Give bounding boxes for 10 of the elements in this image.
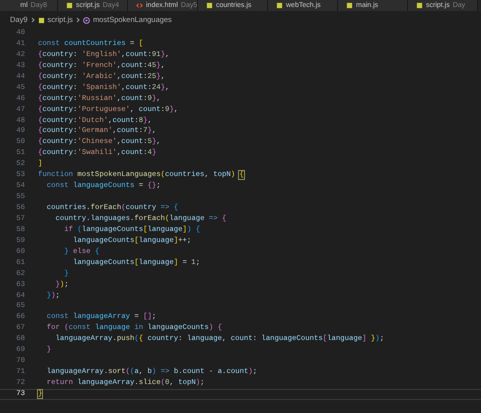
chevron-icon xyxy=(30,17,35,23)
js-file-icon xyxy=(416,2,423,9)
chevron-icon xyxy=(76,17,80,23)
js-file-icon xyxy=(66,2,73,9)
function-icon xyxy=(82,16,90,24)
js-file-icon xyxy=(206,2,213,9)
html-file-icon xyxy=(136,2,143,9)
js-file-icon xyxy=(346,2,353,9)
js-file-icon xyxy=(38,16,45,24)
js-file-icon xyxy=(276,2,283,9)
